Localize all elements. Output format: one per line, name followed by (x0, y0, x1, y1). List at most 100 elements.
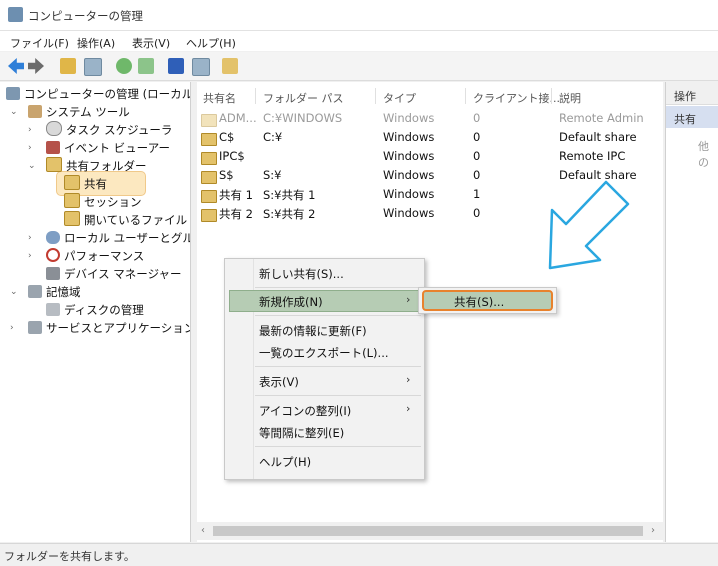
column-divider[interactable] (551, 88, 552, 104)
client-count: 0 (473, 206, 481, 220)
disk-icon (46, 303, 60, 316)
scroll-left-icon[interactable]: ‹ (201, 525, 205, 536)
menu-separator (255, 287, 421, 288)
forward-icon[interactable] (28, 58, 44, 74)
help-icon[interactable] (168, 58, 184, 74)
tree-item-device-manager[interactable]: デバイス マネージャー (46, 265, 182, 283)
expand-system-tools-icon[interactable]: ⌄ (10, 107, 18, 117)
back-icon[interactable] (8, 58, 24, 74)
device-manager-icon (46, 267, 60, 280)
menu-action[interactable]: 操作(A) (77, 35, 115, 51)
share-name: IPC$ (219, 149, 245, 163)
shared-folder-icon (46, 157, 62, 172)
folder-path: C:¥ (263, 130, 283, 144)
tree-item-services-apps[interactable]: サービスとアプリケーション (28, 319, 195, 337)
expand-services-icon[interactable]: › (10, 323, 14, 333)
tree-item-open-files[interactable]: 開いているファイル (64, 211, 187, 229)
menu-separator (255, 366, 421, 367)
column-divider[interactable] (465, 88, 466, 104)
expand-performance-icon[interactable]: › (28, 251, 32, 261)
menu-bar: ファイル(F) 操作(A) 表示(V) ヘルプ(H) (0, 31, 718, 51)
tree-item-shares[interactable]: 共有 (64, 175, 107, 193)
status-bar: フォルダーを共有します。 (0, 543, 718, 566)
share-folder-icon (201, 114, 217, 127)
menu-item-line-up-icons[interactable]: 等間隔に整列(E) (259, 425, 344, 441)
export-list-icon[interactable] (138, 58, 154, 74)
menu-item-arrange-icons[interactable]: アイコンの整列(I) (259, 403, 351, 419)
properties-icon[interactable] (192, 58, 210, 76)
share-name: C$ (219, 130, 235, 144)
expand-event-viewer-icon[interactable]: › (28, 143, 32, 153)
column-divider[interactable] (255, 88, 256, 104)
column-client-connections[interactable]: クライアント接... (473, 90, 560, 106)
menu-item-refresh[interactable]: 最新の情報に更新(F) (259, 323, 367, 339)
tree-item-task-scheduler[interactable]: タスク スケジューラ (46, 121, 172, 139)
tree-item-event-viewer[interactable]: イベント ビューアー (46, 139, 170, 157)
share-folder-icon[interactable] (222, 58, 238, 74)
expand-shared-folders-icon[interactable]: ⌄ (28, 161, 36, 171)
no-entry-icon (46, 248, 60, 262)
storage-icon (28, 285, 42, 298)
column-folder-path[interactable]: フォルダー パス (263, 90, 344, 106)
ops-item-shares[interactable]: 共有 (666, 106, 718, 128)
session-folder-icon (64, 193, 80, 208)
clock-icon (46, 121, 62, 136)
callout-arrow-icon (548, 180, 630, 270)
submenu-arrow-icon: › (406, 293, 411, 306)
share-folder-icon (201, 152, 217, 165)
context-menu: 新しい共有(S)... 新規作成(N) › 最新の情報に更新(F) 一覧のエクス… (224, 258, 425, 480)
title-bar: コンピューターの管理 (0, 0, 718, 31)
share-type: Windows (383, 130, 435, 144)
tree-item-storage[interactable]: 記憶域 (28, 283, 81, 301)
tree-item-sessions[interactable]: セッション (64, 193, 142, 211)
new-submenu: 共有(S)... (418, 287, 557, 314)
ops-more-actions[interactable]: 他の (698, 138, 718, 170)
event-viewer-icon (46, 141, 60, 154)
share-type: Windows (383, 206, 435, 220)
menu-item-new[interactable]: 新規作成(N) › (229, 290, 420, 312)
menu-view[interactable]: 表示(V) (132, 35, 170, 51)
tree-item-system-tools[interactable]: システム ツール (28, 103, 130, 121)
share-name: ADM... (219, 111, 257, 125)
horizontal-scrollbar[interactable]: ‹ › (197, 522, 663, 540)
column-type[interactable]: タイプ (383, 90, 416, 106)
menu-item-new-share[interactable]: 新しい共有(S)... (259, 266, 344, 282)
expand-local-users-icon[interactable]: › (28, 233, 32, 243)
tools-icon (28, 105, 42, 118)
tree-item-shared-folders[interactable]: 共有フォルダー (46, 157, 147, 175)
column-description[interactable]: 説明 (559, 90, 581, 106)
column-share-name[interactable]: 共有名 (203, 90, 236, 106)
share-type: Windows (383, 187, 435, 201)
menu-item-help[interactable]: ヘルプ(H) (259, 454, 311, 470)
ops-header: 操作 (666, 82, 718, 105)
tree-item-performance[interactable]: パフォーマンス (46, 247, 144, 265)
client-count: 0 (473, 168, 481, 182)
menu-file[interactable]: ファイル(F) (10, 35, 69, 51)
menu-item-view[interactable]: 表示(V) (259, 374, 299, 390)
share-name: S$ (219, 168, 234, 182)
menu-help[interactable]: ヘルプ(H) (186, 35, 236, 51)
client-count: 0 (473, 149, 481, 163)
toolbar (0, 52, 718, 81)
client-count: 0 (473, 111, 481, 125)
tree-root[interactable]: コンピューターの管理 (ローカル) (6, 85, 198, 103)
refresh-icon[interactable] (116, 58, 132, 74)
expand-storage-icon[interactable]: ⌄ (10, 287, 18, 297)
share-folder-icon (64, 175, 80, 190)
share-folder-icon (201, 133, 217, 146)
submenu-item-share[interactable]: 共有(S)... (422, 290, 553, 311)
scroll-right-icon[interactable]: › (651, 525, 655, 536)
app-icon (8, 7, 23, 22)
up-folder-icon[interactable] (60, 58, 76, 74)
client-count: 1 (473, 187, 481, 201)
window-title: コンピューターの管理 (28, 9, 143, 23)
folder-path: S:¥共有 1 (263, 188, 316, 202)
tree-item-disk-management[interactable]: ディスクの管理 (46, 301, 144, 319)
menu-item-export-list[interactable]: 一覧のエクスポート(L)... (259, 345, 389, 361)
show-hide-tree-icon[interactable] (84, 58, 102, 76)
share-type: Windows (383, 111, 435, 125)
column-divider[interactable] (375, 88, 376, 104)
scroll-thumb[interactable] (213, 526, 643, 536)
submenu-arrow-icon: › (406, 373, 411, 386)
expand-task-scheduler-icon[interactable]: › (28, 125, 32, 135)
